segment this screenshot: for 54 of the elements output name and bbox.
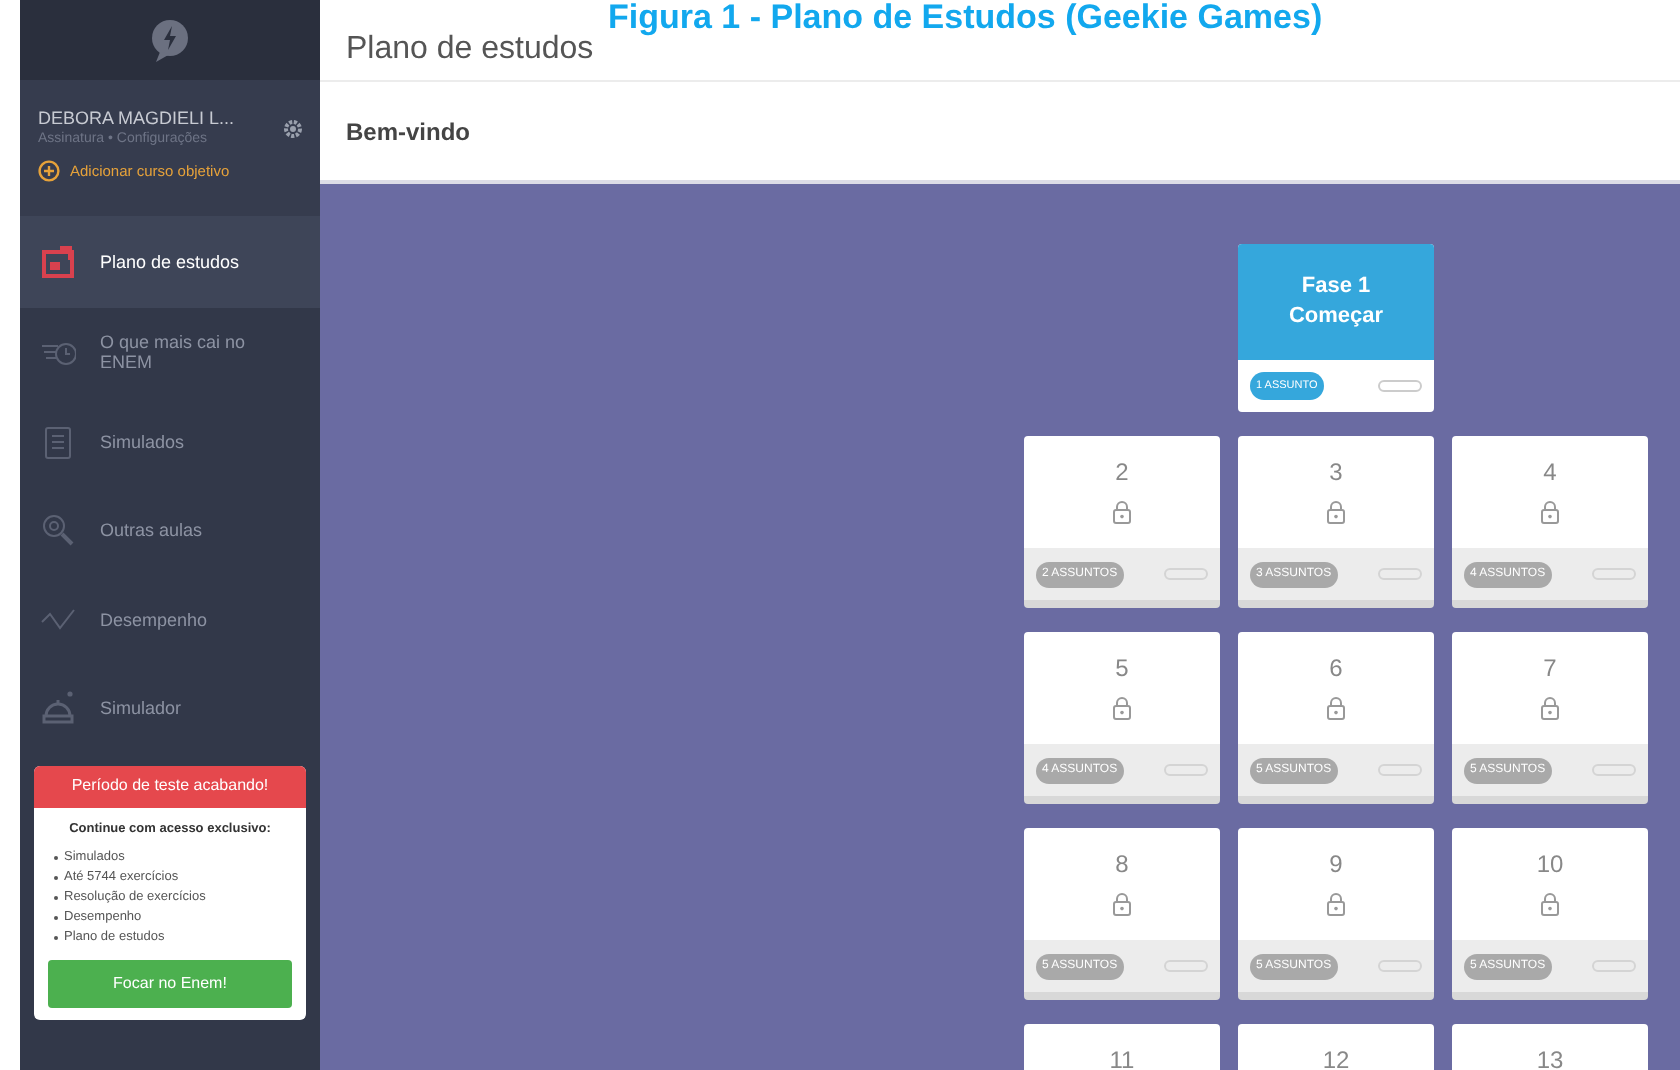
progress-pill (1378, 568, 1422, 580)
sidebar-item[interactable]: Simulador (20, 664, 320, 753)
sidebar-item[interactable]: Desempenho (20, 575, 320, 664)
progress-pill (1378, 380, 1422, 392)
lock-icon (1326, 892, 1346, 916)
list-icon (40, 423, 76, 460)
promo-title: Período de teste acabando! (34, 765, 306, 807)
phase-action: Começar (1288, 306, 1384, 328)
phase-title: Fase 1 (1301, 276, 1371, 298)
lock-icon (1326, 500, 1346, 524)
phase-card[interactable]: 12 (1238, 1024, 1434, 1070)
phase-number: 4 (1543, 460, 1557, 484)
progress-pill (1164, 764, 1208, 776)
plus-circle-icon (38, 160, 60, 183)
sidebar-item[interactable]: O que mais cai no ENEM (20, 308, 320, 397)
phase-card[interactable]: 11 (1024, 1024, 1220, 1070)
phase-card[interactable]: 13 (1452, 1024, 1648, 1070)
phase-number: 6 (1329, 656, 1343, 680)
lock-icon (1112, 500, 1132, 524)
sidebar-item[interactable]: Plano de estudos (20, 216, 320, 308)
lock-icon (1540, 500, 1560, 524)
calendar-icon (40, 244, 76, 280)
phase-number: 10 (1536, 852, 1564, 876)
phase-number: 9 (1329, 852, 1343, 876)
progress-pill (1164, 960, 1208, 972)
progress-pill (1378, 764, 1422, 776)
search-icon (40, 512, 76, 549)
lock-icon (1112, 696, 1132, 720)
sidebar-item[interactable]: Outras aulas (20, 486, 320, 575)
progress-pill (1592, 960, 1636, 972)
progress-pill (1592, 568, 1636, 580)
page-title: Plano de estudos (346, 34, 594, 66)
bolt-bubble-icon (148, 18, 192, 62)
phase-number: 13 (1536, 1048, 1564, 1070)
progress-pill (1164, 568, 1208, 580)
phase-number: 2 (1115, 460, 1129, 484)
lock-icon (1540, 892, 1560, 916)
phase-number: 12 (1322, 1048, 1350, 1070)
phase-number: 8 (1115, 852, 1129, 876)
progress-pill (1378, 960, 1422, 972)
desk-bell-icon (40, 690, 76, 727)
phase-number: 3 (1329, 460, 1343, 484)
lock-icon (1540, 696, 1560, 720)
lock-icon (1112, 892, 1132, 916)
phase-number: 5 (1115, 656, 1129, 680)
sidebar-item[interactable]: Simulados (20, 397, 320, 486)
phase-number: 7 (1543, 656, 1557, 680)
settings-icon (284, 120, 302, 138)
welcome-heading: Bem-vindo (346, 115, 471, 149)
progress-pill (1592, 764, 1636, 776)
phase-number: 11 (1109, 1048, 1135, 1070)
focus-button[interactable]: Focar no Enem! (48, 960, 292, 1009)
lock-icon (1326, 696, 1346, 720)
user-name: DEBORA MAGDIELI L... (38, 108, 235, 130)
